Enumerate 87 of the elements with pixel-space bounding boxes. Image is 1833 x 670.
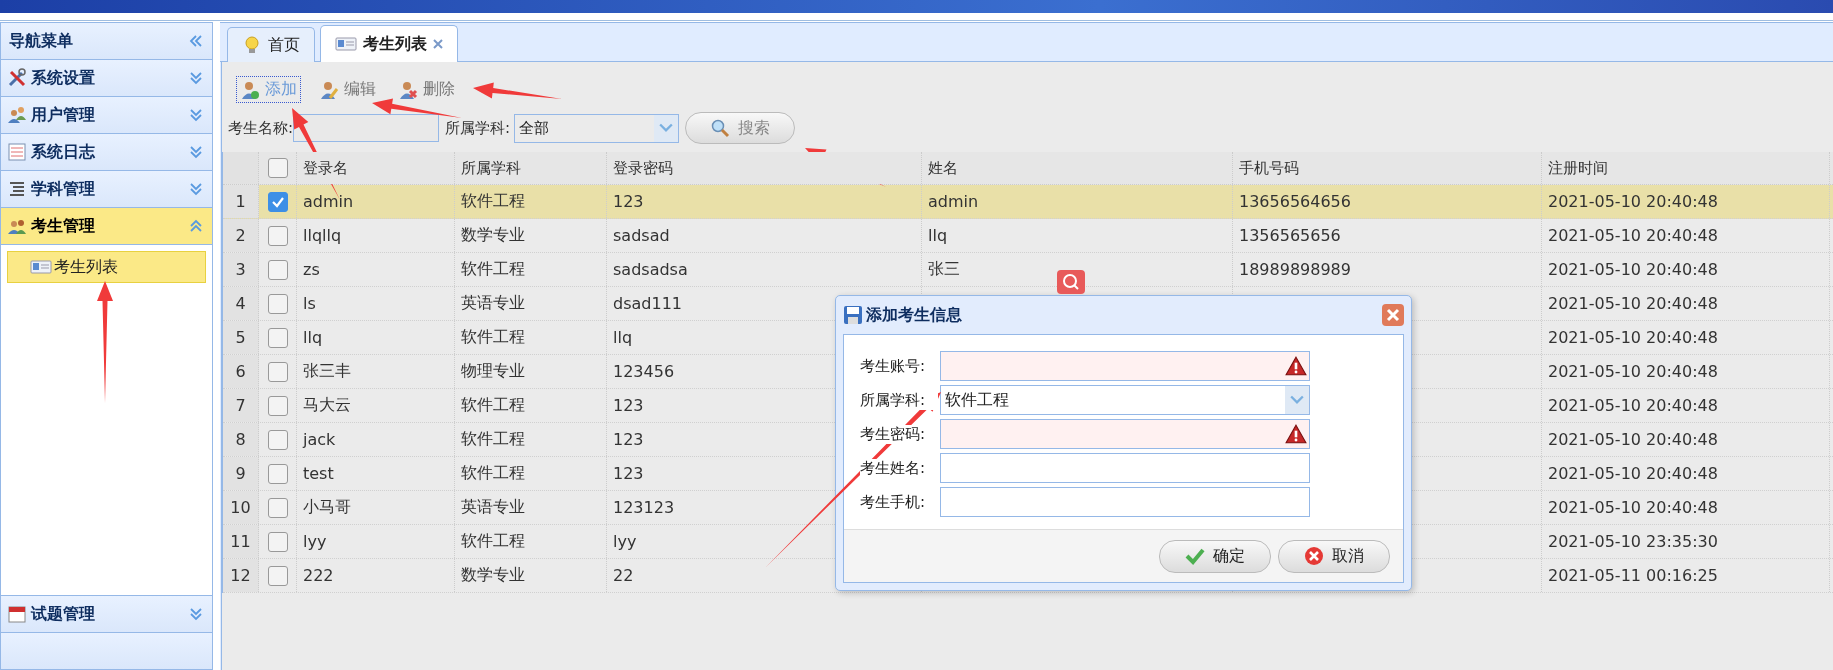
sidebar-title: 导航菜单 bbox=[9, 30, 74, 52]
accordion-header[interactable]: 用户管理 bbox=[1, 97, 212, 134]
table-cell: 2021-05-10 23:35:30 bbox=[1548, 532, 1718, 551]
table-cell: 123 bbox=[613, 430, 644, 449]
table-cell: dsad111 bbox=[613, 294, 682, 313]
table-cell: zs bbox=[303, 260, 320, 279]
field-label: 考生名称: bbox=[228, 118, 294, 138]
accordion-header[interactable]: 系统日志 bbox=[1, 134, 212, 171]
table-cell: lyy bbox=[303, 532, 327, 551]
table-row[interactable]: 2 llqllq 数学专业 sadsad llq 1356565656 2021-05-10 20:40:48 bbox=[223, 219, 1833, 253]
cancel-button[interactable]: 取消 bbox=[1278, 539, 1390, 573]
table-cell: 软件工程 bbox=[461, 327, 525, 348]
row-number: 9 bbox=[223, 457, 259, 490]
field-label: 所属学科: bbox=[860, 390, 938, 410]
table-cell: llq bbox=[303, 328, 323, 347]
toolbar-button[interactable]: 编辑 bbox=[315, 76, 380, 103]
table-cell: llq bbox=[928, 226, 948, 245]
table-cell: 123 bbox=[613, 396, 644, 415]
table-cell: 13656564656 bbox=[1239, 192, 1351, 211]
row-number: 11 bbox=[223, 525, 259, 558]
row-number: 6 bbox=[223, 355, 259, 388]
table-cell: 2021-05-10 20:40:48 bbox=[1548, 464, 1718, 483]
table-cell: 123456 bbox=[613, 362, 675, 381]
table-cell: 软件工程 bbox=[461, 259, 525, 280]
table-cell: 123 bbox=[613, 464, 644, 483]
table-cell: 2021-05-11 00:16:25 bbox=[1548, 566, 1718, 585]
table-cell: 2021-05-10 20:40:48 bbox=[1548, 328, 1718, 347]
accordion-header[interactable]: 系统设置 bbox=[1, 60, 212, 97]
table-cell: 软件工程 bbox=[461, 191, 525, 212]
table-cell: 22 bbox=[613, 566, 634, 585]
table-cell: 2021-05-10 20:40:48 bbox=[1548, 294, 1718, 313]
nav-item[interactable]: 考生列表 bbox=[7, 251, 206, 283]
row-number: 12 bbox=[223, 559, 259, 592]
row-number: 5 bbox=[223, 321, 259, 354]
table-cell: sadsad bbox=[613, 226, 670, 245]
table-cell: 222 bbox=[303, 566, 334, 585]
accordion-header[interactable]: 学科管理 bbox=[1, 171, 212, 208]
table-cell: 2021-05-10 20:40:48 bbox=[1548, 396, 1718, 415]
table-cell: 2021-05-10 20:40:48 bbox=[1548, 260, 1718, 279]
table-cell: 123 bbox=[613, 192, 644, 211]
table-cell: admin bbox=[928, 192, 979, 211]
table-cell: 小马哥 bbox=[303, 497, 351, 518]
table-cell: 软件工程 bbox=[461, 395, 525, 416]
table-cell: admin bbox=[303, 192, 354, 211]
toolbar-button[interactable]: 删除 bbox=[394, 76, 459, 103]
table-cell: test bbox=[303, 464, 334, 483]
tab[interactable]: 首页 bbox=[227, 27, 315, 62]
confirm-button[interactable]: 确定 bbox=[1159, 539, 1271, 573]
table-cell: 英语专业 bbox=[461, 293, 525, 314]
table-cell: 软件工程 bbox=[461, 531, 525, 552]
table-cell: 2021-05-10 20:40:48 bbox=[1548, 226, 1718, 245]
table-cell: 18989898989 bbox=[1239, 260, 1351, 279]
table-cell: 软件工程 bbox=[461, 463, 525, 484]
accordion-header[interactable]: 考生管理 bbox=[1, 208, 212, 245]
field-label: 所属学科: bbox=[445, 118, 511, 138]
table-cell: sadsadsa bbox=[613, 260, 688, 279]
subject-dropdown[interactable]: 软件工程 bbox=[940, 385, 1310, 415]
accordion-header[interactable]: 试题管理 bbox=[1, 596, 212, 633]
table-cell: llqllq bbox=[303, 226, 342, 245]
table-cell: 张三丰 bbox=[303, 361, 351, 382]
row-number: 4 bbox=[223, 287, 259, 320]
table-cell: 数学专业 bbox=[461, 565, 525, 586]
table-cell: 1356565656 bbox=[1239, 226, 1341, 245]
table-cell: 123123 bbox=[613, 498, 675, 517]
row-number: 1 bbox=[223, 185, 259, 218]
table-cell: 2021-05-10 20:40:48 bbox=[1548, 192, 1718, 211]
table-cell: jack bbox=[303, 430, 336, 449]
table-cell: ls bbox=[303, 294, 316, 313]
table-cell: 马大云 bbox=[303, 395, 351, 416]
table-row[interactable]: 1 admin 软件工程 123 admin 13656564656 2021-05-10 20:40:48 bbox=[223, 185, 1833, 219]
table-cell: 张三 bbox=[928, 259, 960, 280]
row-number: 2 bbox=[223, 219, 259, 252]
table-cell: 软件工程 bbox=[461, 429, 525, 450]
row-number: 7 bbox=[223, 389, 259, 422]
table-cell: 2021-05-10 20:40:48 bbox=[1548, 498, 1718, 517]
row-number: 10 bbox=[223, 491, 259, 524]
table-cell: llq bbox=[613, 328, 633, 347]
table-cell: lyy bbox=[613, 532, 637, 551]
table-cell: 2021-05-10 20:40:48 bbox=[1548, 430, 1718, 449]
subject-dropdown[interactable]: 全部 bbox=[514, 113, 680, 143]
table-cell: 英语专业 bbox=[461, 497, 525, 518]
row-number: 8 bbox=[223, 423, 259, 456]
table-cell: 物理专业 bbox=[461, 361, 525, 382]
table-cell: 数学专业 bbox=[461, 225, 525, 246]
table-cell: 2021-05-10 20:40:48 bbox=[1548, 362, 1718, 381]
tab[interactable]: 考生列表 bbox=[320, 25, 458, 62]
row-number: 3 bbox=[223, 253, 259, 286]
